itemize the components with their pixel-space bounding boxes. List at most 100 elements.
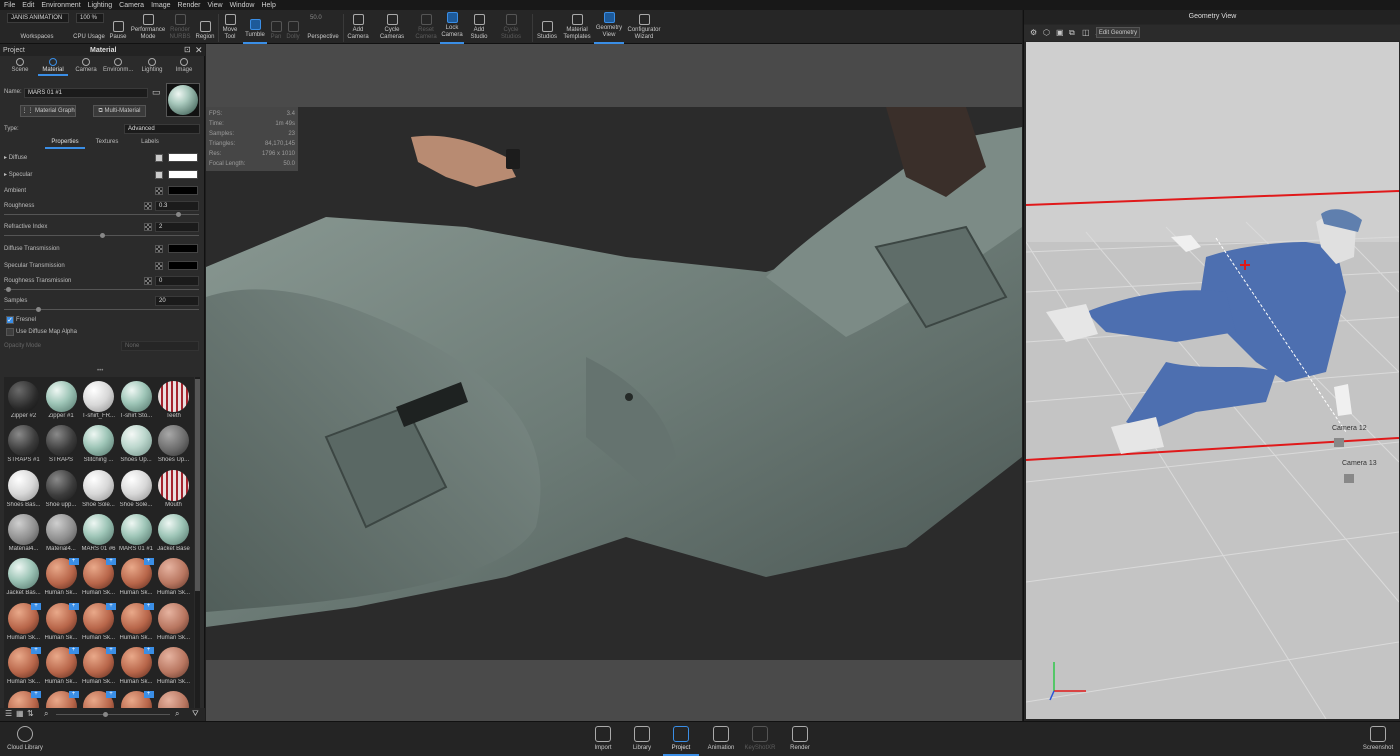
- diffuse-color-swatch[interactable]: [168, 153, 198, 162]
- library-button[interactable]: Library: [624, 724, 660, 756]
- list-view-icon[interactable]: ☰: [5, 709, 12, 718]
- roughness-value[interactable]: 0.3: [155, 201, 199, 211]
- samples-value[interactable]: 20: [155, 296, 199, 306]
- import-button[interactable]: Import: [585, 724, 621, 756]
- material-thumbnail[interactable]: +: [5, 689, 42, 710]
- menu-item-window[interactable]: Window: [230, 2, 255, 9]
- material-thumbnail[interactable]: +: [43, 689, 80, 710]
- tab-camera[interactable]: Camera: [71, 58, 101, 76]
- settings-icon[interactable]: ⚙: [1030, 28, 1037, 37]
- close-icon[interactable]: ✕: [195, 45, 203, 56]
- cube-icon[interactable]: ⬡: [1043, 28, 1050, 37]
- material-thumbnail[interactable]: Shoes Up...: [118, 423, 155, 467]
- camera-13-gizmo[interactable]: [1344, 474, 1354, 483]
- dolly-button[interactable]: Dolly: [285, 12, 301, 44]
- pin-icon[interactable]: ⊡: [184, 45, 191, 54]
- material-thumbnail[interactable]: T-shirt Sto...: [118, 379, 155, 423]
- tab-material[interactable]: Material: [38, 58, 68, 76]
- material-thumbnail[interactable]: + Human Sk...: [43, 556, 80, 600]
- tab-lighting[interactable]: Lighting: [137, 58, 167, 76]
- material-thumbnail[interactable]: Human Sk...: [155, 601, 192, 645]
- pause-button[interactable]: Pause: [107, 12, 129, 44]
- material-thumbnail[interactable]: + Human Sk...: [80, 645, 117, 689]
- samples-slider[interactable]: [4, 307, 199, 312]
- perspective-button[interactable]: Perspective: [304, 12, 342, 44]
- rename-icon[interactable]: ▭: [152, 87, 161, 98]
- material-thumbnail[interactable]: + Human Sk...: [80, 601, 117, 645]
- project-button[interactable]: Project: [663, 724, 699, 756]
- geometry-view-button[interactable]: Geometry View: [594, 12, 624, 44]
- refractive-texture-slot[interactable]: [144, 223, 152, 231]
- performance-mode-button[interactable]: Performance Mode: [130, 12, 166, 44]
- specular-transmission-swatch[interactable]: [168, 261, 198, 270]
- render-image[interactable]: FPS: 3.4 Time: 1m 49s Samples: 23 Triangles: 84…: [206, 107, 1022, 660]
- material-thumbnail[interactable]: Material4...: [43, 512, 80, 556]
- material-thumbnail[interactable]: Teeth: [155, 379, 192, 423]
- zoom-in-icon[interactable]: ⌕: [175, 709, 179, 719]
- configurator-wizard-button[interactable]: Configurator Wizard: [626, 12, 662, 44]
- roughness-transmission-texture-slot[interactable]: [144, 277, 152, 285]
- filter-icon[interactable]: ⛛: [192, 709, 199, 719]
- fresnel-checkbox[interactable]: ✓: [6, 316, 14, 324]
- material-thumbnail[interactable]: Stitching ...: [80, 423, 117, 467]
- material-thumbnail[interactable]: T-shirt_FR...: [80, 379, 117, 423]
- material-thumbnail[interactable]: STRAPS: [43, 423, 80, 467]
- roughness-slider[interactable]: [4, 212, 199, 217]
- refractive-slider[interactable]: [4, 233, 199, 238]
- grid-scrollbar[interactable]: [195, 377, 200, 710]
- material-thumbnail[interactable]: Shoes Up...: [155, 423, 192, 467]
- material-thumbnail[interactable]: + Human Sk...: [80, 556, 117, 600]
- menu-item-edit[interactable]: Edit: [22, 2, 34, 9]
- menu-item-file[interactable]: File: [4, 2, 15, 9]
- material-thumbnail[interactable]: +: [118, 689, 155, 710]
- ambient-texture-slot[interactable]: [155, 187, 163, 195]
- tab-properties[interactable]: Properties: [45, 139, 85, 149]
- panel-resize-handle[interactable]: •••: [97, 368, 103, 374]
- slider-knob[interactable]: [176, 212, 181, 217]
- roughness-transmission-value[interactable]: 0: [155, 276, 199, 286]
- roughness-transmission-slider[interactable]: [4, 287, 199, 292]
- slider-knob[interactable]: [100, 233, 105, 238]
- material-thumbnail[interactable]: Zipper #1: [43, 379, 80, 423]
- material-thumbnail[interactable]: Zipper #2: [5, 379, 42, 423]
- scroll-thumb[interactable]: [195, 379, 200, 591]
- slider-knob[interactable]: [6, 287, 11, 292]
- material-thumbnail[interactable]: Human Sk...: [155, 556, 192, 600]
- type-select[interactable]: Advanced: [124, 124, 200, 134]
- material-thumbnail[interactable]: + Human Sk...: [118, 601, 155, 645]
- grid-view-icon[interactable]: ▦: [16, 709, 24, 718]
- slider-knob[interactable]: [103, 712, 108, 717]
- thumbnail-size-slider[interactable]: [56, 712, 170, 717]
- material-name-field[interactable]: MARS 01 #1: [24, 88, 148, 98]
- edit-geometry-button[interactable]: Edit Geometry: [1096, 27, 1140, 38]
- tab-image[interactable]: Image: [169, 58, 199, 76]
- lock-camera-button[interactable]: Lock Camera: [440, 12, 464, 44]
- specular-color-swatch[interactable]: [168, 170, 198, 179]
- material-thumbnail[interactable]: Shoe Sole...: [118, 468, 155, 512]
- workspaces-button[interactable]: Workspaces: [4, 12, 70, 44]
- material-thumbnail[interactable]: + Human Sk...: [43, 601, 80, 645]
- material-thumbnail[interactable]: + Human Sk...: [5, 601, 42, 645]
- reset-camera-button[interactable]: Reset Camera: [412, 12, 440, 44]
- refractive-index-value[interactable]: 2: [155, 222, 199, 232]
- render-nurbs-button[interactable]: Render NURBS: [168, 12, 192, 44]
- material-templates-button[interactable]: Material Templates: [561, 12, 593, 44]
- tab-textures[interactable]: Textures: [90, 139, 124, 149]
- material-thumbnail[interactable]: Shoes Bas...: [5, 468, 42, 512]
- material-thumbnail[interactable]: Human Sk...: [155, 645, 192, 689]
- menu-item-help[interactable]: Help: [261, 2, 275, 9]
- keyshotxr-button[interactable]: KeyShotXR: [742, 724, 778, 756]
- menu-item-lighting[interactable]: Lighting: [88, 2, 113, 9]
- specular-texture-slot[interactable]: [155, 171, 163, 179]
- slider-knob[interactable]: [36, 307, 41, 312]
- menu-item-view[interactable]: View: [208, 2, 223, 9]
- specular-transmission-texture-slot[interactable]: [155, 262, 163, 270]
- geometry-canvas[interactable]: Camera 12 Camera 13: [1026, 42, 1399, 719]
- material-thumbnail[interactable]: Material4...: [5, 512, 42, 556]
- move-tool-button[interactable]: Move Tool: [220, 12, 240, 44]
- material-thumbnail[interactable]: + Human Sk...: [43, 645, 80, 689]
- multi-material-button[interactable]: ⧉ Multi-Material: [93, 105, 146, 117]
- menu-item-image[interactable]: Image: [151, 2, 170, 9]
- camera-12-gizmo[interactable]: [1334, 438, 1344, 447]
- material-thumbnail[interactable]: +: [80, 689, 117, 710]
